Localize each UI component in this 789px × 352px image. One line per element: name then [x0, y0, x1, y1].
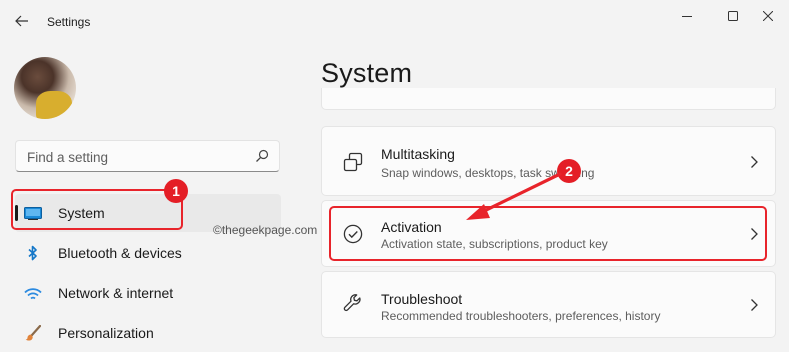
sidebar-item-bluetooth[interactable]: Bluetooth & devices [15, 234, 281, 272]
avatar[interactable] [14, 57, 76, 119]
watermark: ©thegeekpage.com [213, 223, 318, 237]
chevron-right-icon [751, 156, 758, 168]
wifi-icon [24, 285, 42, 301]
highlight-box-system [11, 189, 183, 230]
sidebar-item-label: Personalization [58, 325, 154, 341]
chevron-right-icon [751, 299, 758, 311]
multitasking-icon [342, 151, 364, 173]
window-title: Settings [47, 15, 91, 29]
sidebar-item-personalization[interactable]: Personalization [15, 314, 281, 352]
troubleshoot-card[interactable]: Troubleshoot Recommended troubleshooters… [321, 271, 776, 338]
back-button[interactable] [10, 9, 34, 33]
step-badge-1: 1 [164, 179, 188, 203]
card-title: Troubleshoot [381, 291, 463, 307]
back-arrow-icon [15, 15, 28, 27]
bluetooth-icon [24, 245, 42, 261]
settings-card-partial[interactable] [321, 88, 776, 110]
sidebar-item-label: Bluetooth & devices [58, 245, 182, 261]
annotation-arrow-icon [466, 172, 562, 220]
search-icon[interactable] [255, 149, 269, 163]
brush-icon [24, 325, 42, 341]
close-icon [763, 11, 773, 21]
maximize-icon [728, 11, 738, 21]
wrench-icon [342, 292, 364, 314]
minimize-icon [682, 16, 692, 17]
sidebar-item-network[interactable]: Network & internet [15, 274, 281, 312]
card-subtitle: Recommended troubleshooters, preferences… [381, 309, 661, 323]
search-input[interactable] [25, 141, 249, 173]
minimize-button[interactable] [664, 2, 710, 30]
avatar-image-detail [36, 91, 72, 119]
page-title: System [321, 58, 413, 88]
sidebar-item-label: Network & internet [58, 285, 174, 301]
close-button[interactable] [745, 2, 789, 30]
card-title: Multitasking [381, 146, 455, 162]
search-box[interactable] [15, 140, 280, 173]
